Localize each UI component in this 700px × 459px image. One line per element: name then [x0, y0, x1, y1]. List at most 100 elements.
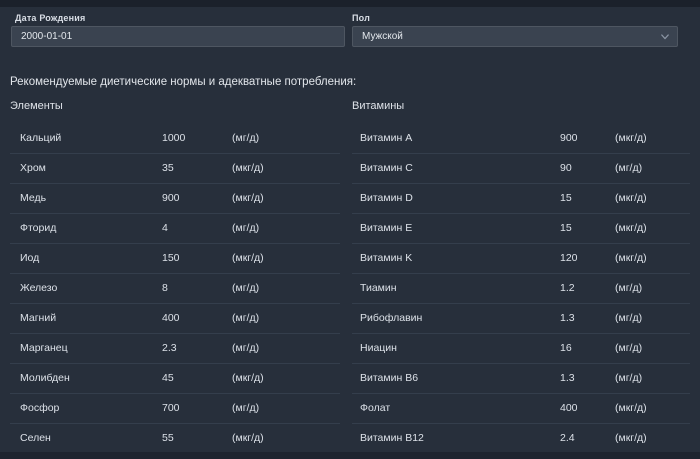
nutrient-unit: (мг/д): [615, 364, 642, 393]
table-row: Медь 900 (мкг/д): [10, 184, 340, 214]
table-row: Ниацин 16 (мг/д): [352, 334, 690, 364]
nutrient-unit: (мг/д): [615, 154, 642, 183]
nutrient-unit: (мкг/д): [615, 394, 647, 423]
nutrient-name: Витамин E: [360, 214, 412, 243]
date-of-birth-label: Дата Рождения: [15, 13, 85, 23]
nutrient-value: 1.2: [560, 274, 575, 303]
nutrient-value: 900: [162, 184, 180, 213]
date-of-birth-input[interactable]: [11, 26, 345, 47]
table-row: Витамин E 15 (мкг/д): [352, 214, 690, 244]
nutrient-value: 35: [162, 154, 174, 183]
nutrient-unit: (мкг/д): [232, 184, 264, 213]
gender-selected-value: Мужской: [362, 31, 403, 42]
table-row: Витамин A 900 (мкг/д): [352, 124, 690, 154]
nutrient-value: 1.3: [560, 304, 575, 333]
bottom-strip: [0, 452, 700, 459]
table-row: Витамин B12 2.4 (мкг/д): [352, 424, 690, 454]
nutrient-value: 1000: [162, 124, 185, 153]
nutrient-name: Кальций: [20, 124, 61, 153]
elements-header: Элементы: [10, 100, 63, 112]
nutrient-value: 55: [162, 424, 174, 453]
nutrient-unit: (мг/д): [232, 124, 259, 153]
nutrient-name: Рибофлавин: [360, 304, 422, 333]
table-row: Селен 55 (мкг/д): [10, 424, 340, 454]
nutrient-unit: (мг/д): [615, 304, 642, 333]
vitamins-table: Витамин A 900 (мкг/д) Витамин C 90 (мг/д…: [352, 124, 690, 454]
table-row: Молибден 45 (мкг/д): [10, 364, 340, 394]
nutrient-name: Марганец: [20, 334, 68, 363]
nutrient-unit: (мкг/д): [232, 364, 264, 393]
nutrient-name: Иод: [20, 244, 39, 273]
nutrient-value: 45: [162, 364, 174, 393]
nutrient-value: 16: [560, 334, 572, 363]
nutrient-unit: (мкг/д): [615, 214, 647, 243]
chevron-down-icon: [661, 34, 669, 40]
nutrient-name: Хром: [20, 154, 46, 183]
nutrient-unit: (мкг/д): [615, 184, 647, 213]
nutrient-name: Фосфор: [20, 394, 59, 423]
nutrient-unit: (мг/д): [232, 214, 259, 243]
nutrient-name: Витамин D: [360, 184, 413, 213]
nutrient-unit: (мг/д): [232, 304, 259, 333]
table-row: Фосфор 700 (мг/д): [10, 394, 340, 424]
gender-select[interactable]: Мужской: [352, 26, 678, 47]
nutrient-value: 400: [162, 304, 180, 333]
nutrient-name: Витамин B6: [360, 364, 418, 393]
nutrient-name: Железо: [20, 274, 57, 303]
table-row: Витамин D 15 (мкг/д): [352, 184, 690, 214]
nutrient-unit: (мкг/д): [615, 124, 647, 153]
nutrient-name: Медь: [20, 184, 46, 213]
nutrient-name: Витамин C: [360, 154, 413, 183]
nutrient-name: Тиамин: [360, 274, 397, 303]
table-row: Рибофлавин 1.3 (мг/д): [352, 304, 690, 334]
nutrient-name: Фторид: [20, 214, 56, 243]
table-row: Магний 400 (мг/д): [10, 304, 340, 334]
nutrient-value: 90: [560, 154, 572, 183]
nutrient-value: 8: [162, 274, 168, 303]
table-row: Витамин B6 1.3 (мг/д): [352, 364, 690, 394]
nutrient-name: Витамин B12: [360, 424, 424, 453]
nutrient-value: 15: [560, 184, 572, 213]
vitamins-header: Витамины: [352, 100, 404, 112]
nutrient-name: Селен: [20, 424, 51, 453]
nutrient-value: 2.4: [560, 424, 575, 453]
table-row: Фолат 400 (мкг/д): [352, 394, 690, 424]
nutrient-unit: (мг/д): [615, 334, 642, 363]
nutrient-value: 120: [560, 244, 578, 273]
nutrient-value: 700: [162, 394, 180, 423]
nutrient-unit: (мкг/д): [232, 244, 264, 273]
app-window: Дата Рождения Пол Мужской Рекомендуемые …: [0, 0, 700, 459]
table-row: Тиамин 1.2 (мг/д): [352, 274, 690, 304]
nutrient-value: 4: [162, 214, 168, 243]
table-row: Хром 35 (мкг/д): [10, 154, 340, 184]
nutrient-unit: (мг/д): [232, 394, 259, 423]
nutrient-unit: (мг/д): [232, 274, 259, 303]
nutrient-unit: (мг/д): [232, 334, 259, 363]
elements-table: Кальций 1000 (мг/д) Хром 35 (мкг/д) Медь…: [10, 124, 340, 454]
table-row: Иод 150 (мкг/д): [10, 244, 340, 274]
nutrient-name: Ниацин: [360, 334, 397, 363]
table-row: Железо 8 (мг/д): [10, 274, 340, 304]
nutrient-value: 400: [560, 394, 578, 423]
nutrient-name: Витамин A: [360, 124, 412, 153]
gender-label: Пол: [352, 13, 370, 23]
nutrient-name: Фолат: [360, 394, 390, 423]
table-row: Марганец 2.3 (мг/д): [10, 334, 340, 364]
nutrient-name: Молибден: [20, 364, 70, 393]
table-row: Витамин C 90 (мг/д): [352, 154, 690, 184]
section-title: Рекомендуемые диетические нормы и адеква…: [10, 76, 356, 88]
nutrient-value: 2.3: [162, 334, 177, 363]
table-row: Витамин K 120 (мкг/д): [352, 244, 690, 274]
nutrient-name: Витамин K: [360, 244, 412, 273]
nutrient-value: 900: [560, 124, 578, 153]
table-row: Фторид 4 (мг/д): [10, 214, 340, 244]
nutrient-value: 1.3: [560, 364, 575, 393]
nutrient-unit: (мкг/д): [232, 424, 264, 453]
table-row: Кальций 1000 (мг/д): [10, 124, 340, 154]
top-strip: [0, 0, 700, 7]
nutrient-unit: (мкг/д): [615, 244, 647, 273]
nutrient-name: Магний: [20, 304, 56, 333]
nutrient-unit: (мкг/д): [615, 424, 647, 453]
nutrient-value: 150: [162, 244, 180, 273]
nutrient-value: 15: [560, 214, 572, 243]
